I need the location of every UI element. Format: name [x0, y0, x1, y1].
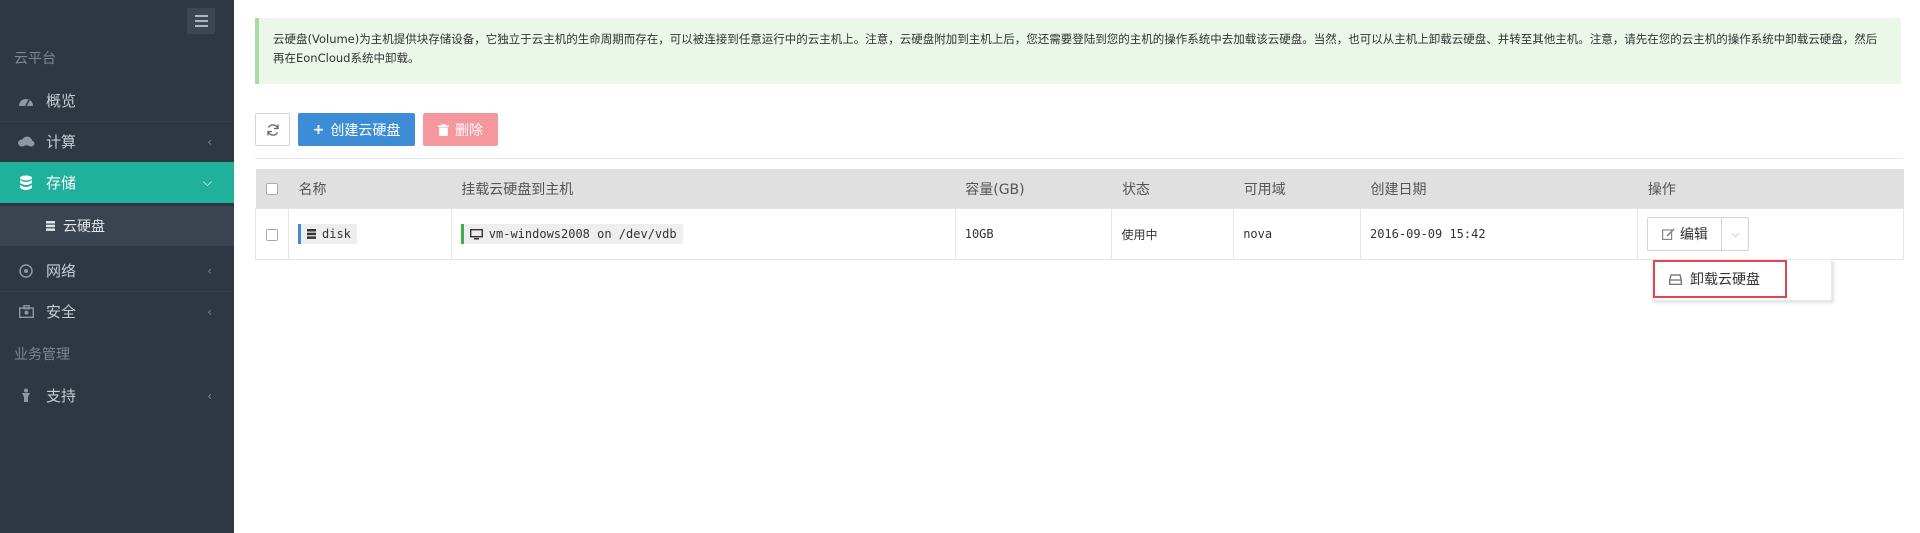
nav-label: 计算 [46, 133, 77, 151]
edit-button[interactable]: 编辑 [1648, 218, 1723, 250]
attached-host: vm-windows2008 on /dev/vdb [488, 227, 677, 241]
delete-label: 删除 [455, 122, 483, 139]
action-dropdown-menu: 卸载云硬盘 [1652, 259, 1832, 301]
availability-zone: nova [1233, 208, 1361, 260]
attached-host-link[interactable]: vm-windows2008 on /dev/vdb [460, 224, 683, 244]
section-header-cloud: 云平台 [14, 51, 56, 67]
created-date: 2016-09-09 15:42 [1360, 208, 1639, 260]
support-icon [16, 388, 36, 404]
volume-name-link[interactable]: disk [298, 224, 357, 244]
column-header-status[interactable]: 状态 [1111, 169, 1234, 209]
delete-button[interactable]: 删除 [423, 113, 498, 146]
refresh-button[interactable] [255, 113, 290, 146]
nav-item-compute[interactable]: 计算 ‹ [0, 121, 234, 162]
cloud-icon [16, 134, 36, 150]
edit-label: 编辑 [1679, 227, 1708, 243]
refresh-icon [266, 123, 279, 136]
sidebar: 云平台 概览 计算 ‹ 存储 ⌵ 云硬盘 网络 ‹ 安全 ‹ 业务管理 支持 ‹ [0, 0, 234, 533]
info-alert: 云硬盘(Volume)为主机提供块存储设备，它独立于云主机的生命周期而存在，可以… [255, 18, 1901, 84]
nav-item-storage[interactable]: 存储 ⌵ [0, 162, 234, 203]
sidebar-subitem-volume[interactable]: 云硬盘 [0, 206, 234, 246]
volume-size: 10GB [955, 208, 1113, 260]
database-icon [46, 221, 55, 231]
table-header-row: 名称 挂载云硬盘到主机 容量(GB) 状态 可用域 创建日期 操作 [255, 169, 1904, 209]
sidebar-subitem-label: 云硬盘 [63, 219, 105, 235]
nav-item-overview[interactable]: 概览 [0, 80, 234, 121]
nav-label: 概览 [46, 92, 77, 110]
nav-item-support[interactable]: 支持 ‹ [0, 375, 234, 416]
column-header-name[interactable]: 名称 [288, 169, 452, 209]
select-all-checkbox[interactable] [255, 169, 289, 209]
trash-icon [438, 123, 449, 136]
hdd-icon [1669, 273, 1682, 285]
nav-label: 安全 [46, 303, 77, 321]
nav-item-network[interactable]: 网络 ‹ [0, 250, 234, 291]
chevron-left-icon: ‹ [207, 388, 212, 403]
volume-table: 名称 挂载云硬盘到主机 容量(GB) 状态 可用域 创建日期 操作 disk v… [255, 169, 1904, 260]
monitor-icon [469, 228, 483, 239]
column-header-zone[interactable]: 可用域 [1233, 169, 1361, 209]
detach-volume-menu-item[interactable]: 卸载云硬盘 [1653, 260, 1787, 298]
table-row: disk vm-windows2008 on /dev/vdb 10GB 使用中… [255, 208, 1904, 260]
column-header-actions: 操作 [1637, 169, 1904, 209]
column-header-size[interactable]: 容量(GB) [955, 169, 1112, 209]
network-icon [16, 263, 36, 279]
divider [255, 158, 1903, 159]
detach-volume-label: 卸载云硬盘 [1690, 272, 1760, 288]
action-dropdown-toggle[interactable]: ⌵ [1722, 218, 1748, 250]
menu-toggle-button[interactable] [187, 8, 215, 34]
chevron-left-icon: ‹ [207, 304, 212, 319]
volume-name: disk [322, 227, 351, 241]
volume-status: 使用中 [1111, 208, 1235, 260]
nav-label: 存储 [46, 174, 77, 192]
plus-icon: + [312, 121, 325, 138]
dashboard-icon [16, 93, 36, 109]
action-button-group: 编辑 ⌵ [1647, 217, 1750, 251]
create-volume-label: 创建云硬盘 [330, 122, 401, 139]
nav-label: 支持 [46, 387, 77, 405]
chevron-left-icon: ‹ [207, 263, 212, 278]
nav-item-security[interactable]: 安全 ‹ [0, 291, 234, 332]
row-checkbox[interactable] [255, 208, 289, 260]
database-icon [307, 229, 316, 239]
nav-label: 网络 [46, 262, 77, 280]
section-header-business: 业务管理 [14, 347, 70, 363]
chevron-left-icon: ‹ [207, 134, 212, 149]
chevron-down-icon: ⌵ [202, 175, 212, 189]
column-header-attached[interactable]: 挂载云硬盘到主机 [451, 169, 956, 209]
edit-icon [1661, 228, 1675, 240]
column-header-created[interactable]: 创建日期 [1360, 169, 1638, 209]
create-volume-button[interactable]: + 创建云硬盘 [298, 113, 415, 146]
database-icon [16, 175, 36, 191]
security-icon [16, 304, 36, 320]
